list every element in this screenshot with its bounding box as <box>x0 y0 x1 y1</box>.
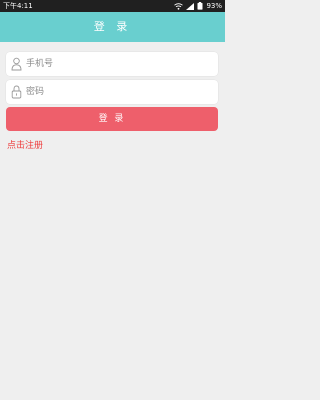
battery-percent: 93% <box>206 2 222 10</box>
phone-field[interactable] <box>6 52 218 76</box>
battery-icon <box>197 2 203 10</box>
signal-icon <box>186 2 195 10</box>
status-bar: 下午4:11 93% <box>0 0 225 12</box>
user-icon <box>11 57 22 71</box>
wifi-icon <box>174 2 184 10</box>
password-input[interactable] <box>26 80 212 104</box>
lock-icon <box>11 85 22 99</box>
status-icons: 93% <box>174 0 222 12</box>
page-title: 登 录 <box>0 12 225 42</box>
login-button[interactable]: 登 录 <box>6 107 218 131</box>
register-link[interactable]: 点击注册 <box>7 138 43 151</box>
password-field[interactable] <box>6 80 218 104</box>
phone-input[interactable] <box>26 52 212 76</box>
status-time: 下午4:11 <box>3 2 33 10</box>
